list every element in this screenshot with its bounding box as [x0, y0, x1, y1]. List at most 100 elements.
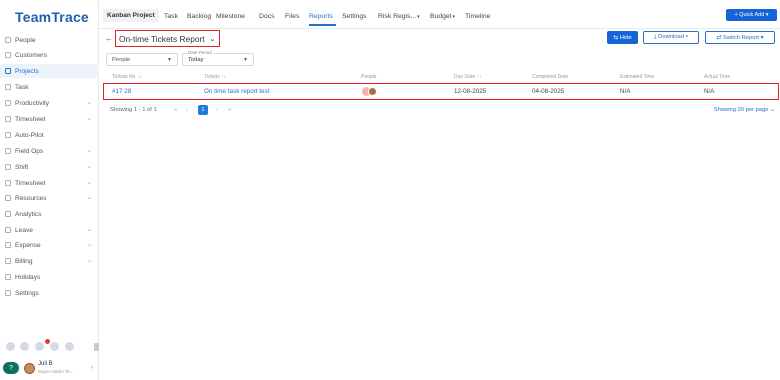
sidebar-item-task[interactable]: Task — [0, 80, 99, 94]
sidebar-item-expense[interactable]: Expense ⌄ — [0, 238, 99, 252]
sidebar-item-label: Timesheet — [15, 115, 46, 123]
chevron-down-icon: ⌄ — [86, 164, 92, 170]
chevron-down-icon: ⌄ — [86, 100, 92, 106]
first-page-button[interactable]: « — [174, 107, 177, 113]
ticket-link[interactable]: On time task report test — [204, 88, 269, 95]
calendar-icon[interactable] — [6, 342, 15, 351]
hide-button[interactable]: ⇆ Hide — [607, 31, 638, 44]
grid-icon[interactable] — [65, 342, 74, 351]
sidebar-item-label: Holidays — [15, 273, 41, 281]
back-arrow-icon[interactable]: ← — [105, 34, 113, 43]
tab-docs[interactable]: Docs — [259, 13, 275, 20]
nav-item-icon — [5, 227, 11, 233]
tab-reports[interactable]: Reports — [309, 13, 333, 20]
completed-date: 04-08-2025 — [532, 88, 565, 95]
nav-item-icon — [5, 148, 11, 154]
sidebar-collapse-handle[interactable] — [94, 343, 99, 351]
sidebar-item-shift[interactable]: Shift ⌄ — [0, 160, 99, 174]
tab-milestone[interactable]: Milestone — [216, 13, 245, 20]
nav-item-icon — [5, 84, 11, 90]
next-page-button[interactable]: › — [216, 107, 218, 113]
chevron-down-icon[interactable]: ⌄ — [210, 35, 216, 43]
sidebar-item-leave[interactable]: Leave ⌄ — [0, 223, 99, 237]
sidebar-item-label: Task — [15, 83, 29, 91]
report-selector[interactable]: On-time Tickets Report ⌄ — [115, 30, 220, 47]
user-avatar — [24, 362, 35, 374]
tab-settings[interactable]: Settings — [342, 13, 367, 20]
per-page-selector[interactable]: Showing 20 per page ⌄ — [714, 107, 775, 113]
help-button[interactable]: ? — [3, 362, 19, 374]
switch-report-button[interactable]: ⇄ Switch Report ▾ — [705, 31, 775, 44]
sidebar-item-settings[interactable]: Settings — [0, 286, 99, 300]
avatar — [368, 87, 377, 96]
sidebar-item-customers[interactable]: Customers — [0, 48, 99, 62]
col-tickets[interactable]: Tickets ↑↓ — [204, 74, 226, 80]
nav-item-icon — [5, 164, 11, 170]
clock-icon[interactable] — [20, 342, 29, 351]
tab-label: Files — [285, 13, 300, 20]
app-logo[interactable]: TeamTrace — [15, 9, 89, 25]
table-row[interactable]: #17 28 On time task report test 12-08-20… — [104, 84, 777, 99]
tab-timeline[interactable]: Timeline — [465, 13, 490, 20]
col-due-date[interactable]: Due Date ↑↓ — [454, 74, 482, 80]
nav-item-icon — [5, 132, 11, 138]
chevron-down-icon: ⌄ — [86, 227, 92, 233]
sidebar-item-auto-pilot[interactable]: Auto-Pilot — [0, 128, 99, 142]
nav-item-icon — [5, 68, 11, 74]
people-filter[interactable]: People ▼ — [106, 53, 178, 66]
last-page-button[interactable]: » — [228, 107, 231, 113]
chevron-down-icon: ⌄ — [86, 148, 92, 154]
caret-down-icon: ▼ — [243, 56, 248, 63]
ticket-no-link[interactable]: #17 28 — [112, 88, 131, 95]
sidebar-item-timesheet[interactable]: Timesheet ⌄ — [0, 176, 99, 190]
caret-down-icon: ▾ — [417, 14, 420, 20]
nav-item-icon — [5, 52, 11, 58]
tab-budget[interactable]: Budget▾ — [430, 13, 455, 20]
sidebar-item-analytics[interactable]: Analytics — [0, 207, 99, 221]
estimated-time: N/A — [620, 88, 631, 95]
sidebar-item-label: Settings — [15, 289, 39, 297]
user-name: Juli B — [38, 361, 53, 367]
quick-add-button[interactable]: + Quick Add ▾ — [726, 9, 777, 21]
sidebar-item-label: Analytics — [15, 210, 42, 218]
sidebar-item-label: Timesheet — [15, 179, 46, 187]
puzzle-icon[interactable] — [50, 342, 59, 351]
tab-label: Settings — [342, 13, 367, 20]
sidebar: TeamTrace People Customers Projects Task Pro… — [0, 0, 99, 380]
sidebar-item-timesheet[interactable]: Timesheet ⌄ — [0, 112, 99, 126]
project-top-nav: Kanban Project Task Backlog Milestone Docs F… — [99, 0, 780, 29]
sidebar-item-label: Auto-Pilot — [15, 131, 44, 139]
report-title[interactable]: On-time Tickets Report — [119, 34, 205, 44]
people-filter-placeholder: People — [112, 56, 131, 63]
nav-item-icon — [5, 274, 11, 280]
prev-page-button[interactable]: ‹ — [186, 107, 188, 113]
tab-backlog[interactable]: Backlog — [187, 13, 211, 20]
tab-label: Budget — [430, 13, 452, 20]
nav-item-icon — [5, 290, 11, 296]
tab-files[interactable]: Files — [285, 13, 299, 20]
tab-risk-regis[interactable]: Risk Regis...▾ — [378, 13, 420, 20]
caret-down-icon: ▼ — [167, 56, 172, 63]
sidebar-item-label: Field Ops — [15, 147, 44, 155]
sidebar-item-people[interactable]: People — [0, 33, 99, 47]
chevron-down-icon: ⌄ — [86, 195, 92, 201]
chevron-down-icon: ⌄ — [86, 116, 92, 122]
tab-task[interactable]: Task — [164, 13, 178, 20]
sidebar-item-label: Customers — [15, 51, 47, 59]
sidebar-item-holidays[interactable]: Holidays — [0, 270, 99, 284]
sidebar-item-label: Productivity — [15, 99, 50, 107]
user-menu[interactable]: ? Juli B Super Admin Te... › — [3, 358, 97, 378]
col-ticket-no[interactable]: Tickets No ↑↓ — [112, 74, 142, 80]
nav-item-icon — [5, 242, 11, 248]
current-page-button[interactable]: 1 — [198, 105, 208, 115]
nav-item-icon — [5, 211, 11, 217]
notification-icon[interactable] — [35, 342, 44, 351]
sidebar-item-productivity[interactable]: Productivity ⌄ — [0, 96, 99, 110]
project-name-chip[interactable]: Kanban Project — [103, 9, 159, 22]
sidebar-item-resources[interactable]: Resources ⌄ — [0, 191, 99, 205]
sidebar-item-field-ops[interactable]: Field Ops ⌄ — [0, 144, 99, 158]
sidebar-item-projects[interactable]: Projects — [0, 64, 99, 78]
sidebar-item-billing[interactable]: Billing ⌄ — [0, 254, 99, 268]
pagination-bar: Showing 1 - 1 of 1 « ‹ 1 › » Showing 20 … — [110, 105, 775, 117]
download-button[interactable]: ⤓ Download ▾ — [643, 31, 699, 44]
